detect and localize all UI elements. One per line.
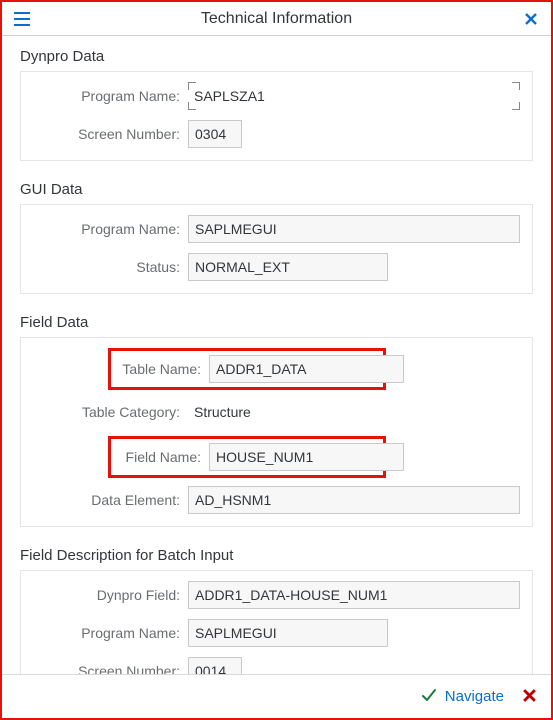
cancel-button[interactable] bbox=[522, 688, 537, 706]
gui-program-input[interactable] bbox=[188, 215, 520, 243]
field-row: Program Name: bbox=[33, 619, 520, 647]
batch-dynpro-field-input[interactable] bbox=[188, 581, 520, 609]
field-label: Dynpro Field: bbox=[33, 587, 188, 603]
dynpro-screen-input[interactable] bbox=[188, 120, 242, 148]
navigate-button[interactable]: Navigate bbox=[421, 687, 504, 707]
section-title: Dynpro Data bbox=[20, 48, 533, 65]
navigate-label: Navigate bbox=[445, 688, 504, 705]
dialog-footer: Navigate bbox=[2, 674, 551, 718]
highlighted-row-table-name: Table Name: bbox=[108, 348, 386, 390]
field-data-section: Field Data Table Name: Table Category: S… bbox=[20, 314, 533, 527]
field-row: Program Name: bbox=[33, 215, 520, 243]
highlighted-row-field-name: Field Name: bbox=[108, 436, 386, 478]
table-name-input[interactable] bbox=[209, 355, 404, 383]
dialog-title: Technical Information bbox=[32, 10, 521, 28]
dynpro-data-section: Dynpro Data Program Name: Screen Number: bbox=[20, 48, 533, 161]
section-title: Field Data bbox=[20, 314, 533, 331]
gui-data-section: GUI Data Program Name: Status: bbox=[20, 181, 533, 294]
section-box: Program Name: Status: bbox=[20, 204, 533, 294]
field-label: Screen Number: bbox=[33, 126, 188, 142]
field-row: Program Name: bbox=[33, 82, 520, 110]
field-label: Program Name: bbox=[33, 88, 188, 104]
field-row: Screen Number: bbox=[33, 120, 520, 148]
gui-status-input[interactable] bbox=[188, 253, 388, 281]
check-icon bbox=[421, 687, 437, 707]
section-box: Table Name: Table Category: Structure Fi… bbox=[20, 337, 533, 527]
field-row: Dynpro Field: bbox=[33, 581, 520, 609]
field-label: Field Name: bbox=[117, 449, 209, 465]
section-title: GUI Data bbox=[20, 181, 533, 198]
close-icon[interactable] bbox=[521, 9, 541, 29]
field-label: Program Name: bbox=[33, 221, 188, 237]
data-element-input[interactable] bbox=[188, 486, 520, 514]
field-label: Table Category: bbox=[33, 404, 188, 420]
focused-field-wrapper bbox=[188, 82, 520, 110]
dynpro-program-input[interactable] bbox=[188, 82, 520, 110]
field-name-input[interactable] bbox=[209, 443, 404, 471]
field-row: Data Element: bbox=[33, 486, 520, 514]
field-label: Table Name: bbox=[117, 361, 209, 377]
menu-icon[interactable] bbox=[12, 9, 32, 29]
dialog-content: Dynpro Data Program Name: Screen Number:… bbox=[2, 36, 551, 698]
field-label: Program Name: bbox=[33, 625, 188, 641]
field-row: Status: bbox=[33, 253, 520, 281]
table-category-value: Structure bbox=[188, 404, 251, 420]
dialog-header: Technical Information bbox=[2, 2, 551, 36]
field-row: Table Category: Structure bbox=[33, 398, 520, 426]
section-title: Field Description for Batch Input bbox=[20, 547, 533, 564]
section-box: Program Name: Screen Number: bbox=[20, 71, 533, 161]
batch-program-input[interactable] bbox=[188, 619, 388, 647]
field-label: Status: bbox=[33, 259, 188, 275]
field-label: Data Element: bbox=[33, 492, 188, 508]
